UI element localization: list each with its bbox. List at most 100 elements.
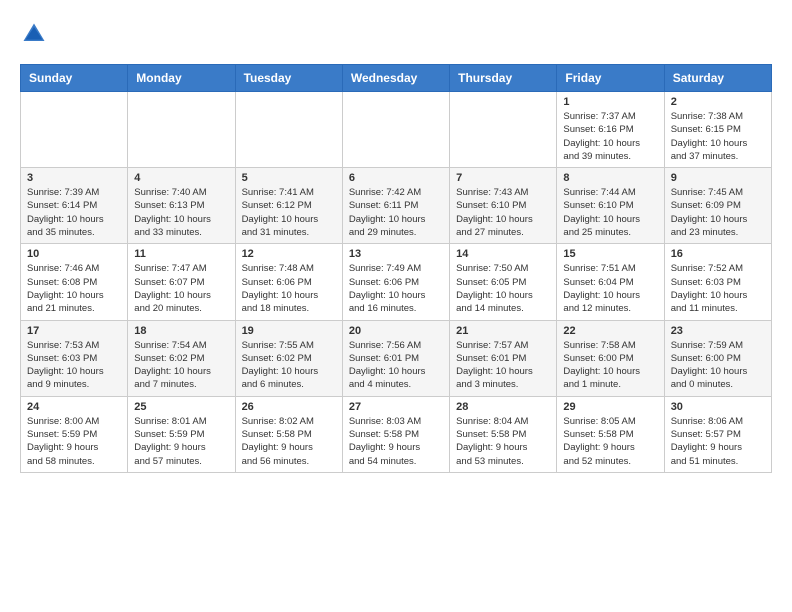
- day-number: 4: [134, 172, 228, 184]
- calendar-day-cell: 24 Sunrise: 8:00 AM Sunset: 5:59 PM Dayli…: [21, 396, 128, 472]
- day-number: 20: [349, 325, 443, 337]
- day-info: Sunrise: 8:04 AM Sunset: 5:58 PM Dayligh…: [456, 415, 550, 468]
- calendar-day-cell: 16Sunrise: 7:52 AM Sunset: 6:03 PM Dayli…: [664, 244, 771, 320]
- weekday-header: Saturday: [664, 65, 771, 92]
- calendar-day-cell: 14 Sunrise: 7:50 AM Sunset: 6:05 PM Dayli…: [450, 244, 557, 320]
- calendar-day-cell: 21 Sunrise: 7:57 AM Sunset: 6:01 PM Dayli…: [450, 320, 557, 396]
- day-number: 10: [27, 248, 121, 260]
- day-info: Sunrise: 7:50 AM Sunset: 6:05 PM Dayligh…: [456, 262, 550, 315]
- calendar-header-row: SundayMondayTuesdayWednesdayThursdayFrid…: [21, 65, 772, 92]
- day-info: Sunrise: 7:57 AM Sunset: 6:01 PM Dayligh…: [456, 339, 550, 392]
- calendar-day-cell: 9 Sunrise: 7:45 AM Sunset: 6:09 PM Daylig…: [664, 168, 771, 244]
- day-info: Sunrise: 8:03 AM Sunset: 5:58 PM Dayligh…: [349, 415, 443, 468]
- day-info: Sunrise: 7:58 AM Sunset: 6:00 PM Dayligh…: [563, 339, 657, 392]
- day-number: 21: [456, 325, 550, 337]
- calendar-day-cell: 28 Sunrise: 8:04 AM Sunset: 5:58 PM Dayli…: [450, 396, 557, 472]
- calendar-day-cell: 5 Sunrise: 7:41 AM Sunset: 6:12 PM Daylig…: [235, 168, 342, 244]
- weekday-header: Monday: [128, 65, 235, 92]
- day-number: 1: [563, 96, 657, 108]
- day-info: Sunrise: 7:53 AM Sunset: 6:03 PM Dayligh…: [27, 339, 121, 392]
- day-number: 7: [456, 172, 550, 184]
- calendar-day-cell: [235, 92, 342, 168]
- day-info: Sunrise: 7:42 AM Sunset: 6:11 PM Dayligh…: [349, 186, 443, 239]
- day-number: 22: [563, 325, 657, 337]
- weekday-header: Tuesday: [235, 65, 342, 92]
- day-info: Sunrise: 7:44 AM Sunset: 6:10 PM Dayligh…: [563, 186, 657, 239]
- day-number: 8: [563, 172, 657, 184]
- day-number: 29: [563, 401, 657, 413]
- day-info: Sunrise: 8:05 AM Sunset: 5:58 PM Dayligh…: [563, 415, 657, 468]
- day-number: 19: [242, 325, 336, 337]
- calendar-day-cell: 18Sunrise: 7:54 AM Sunset: 6:02 PM Dayli…: [128, 320, 235, 396]
- day-number: 30: [671, 401, 765, 413]
- calendar-day-cell: [128, 92, 235, 168]
- day-info: Sunrise: 7:45 AM Sunset: 6:09 PM Dayligh…: [671, 186, 765, 239]
- day-info: Sunrise: 7:37 AM Sunset: 6:16 PM Dayligh…: [563, 110, 657, 163]
- day-info: Sunrise: 7:59 AM Sunset: 6:00 PM Dayligh…: [671, 339, 765, 392]
- calendar-day-cell: 13Sunrise: 7:49 AM Sunset: 6:06 PM Dayli…: [342, 244, 449, 320]
- calendar-day-cell: 23 Sunrise: 7:59 AM Sunset: 6:00 PM Dayli…: [664, 320, 771, 396]
- calendar-day-cell: 26 Sunrise: 8:02 AM Sunset: 5:58 PM Dayli…: [235, 396, 342, 472]
- calendar-week-row: 3 Sunrise: 7:39 AM Sunset: 6:14 PM Daylig…: [21, 168, 772, 244]
- day-info: Sunrise: 7:52 AM Sunset: 6:03 PM Dayligh…: [671, 262, 765, 315]
- page-header: [20, 20, 772, 48]
- calendar-day-cell: 6 Sunrise: 7:42 AM Sunset: 6:11 PM Daylig…: [342, 168, 449, 244]
- day-info: Sunrise: 7:39 AM Sunset: 6:14 PM Dayligh…: [27, 186, 121, 239]
- calendar-day-cell: [450, 92, 557, 168]
- logo-icon: [20, 20, 48, 48]
- calendar-day-cell: 12Sunrise: 7:48 AM Sunset: 6:06 PM Dayli…: [235, 244, 342, 320]
- calendar: SundayMondayTuesdayWednesdayThursdayFrid…: [20, 64, 772, 473]
- day-info: Sunrise: 7:38 AM Sunset: 6:15 PM Dayligh…: [671, 110, 765, 163]
- calendar-day-cell: 10 Sunrise: 7:46 AM Sunset: 6:08 PM Dayli…: [21, 244, 128, 320]
- weekday-header: Wednesday: [342, 65, 449, 92]
- day-number: 5: [242, 172, 336, 184]
- day-number: 9: [671, 172, 765, 184]
- day-info: Sunrise: 7:55 AM Sunset: 6:02 PM Dayligh…: [242, 339, 336, 392]
- weekday-header: Thursday: [450, 65, 557, 92]
- day-number: 14: [456, 248, 550, 260]
- calendar-week-row: 17 Sunrise: 7:53 AM Sunset: 6:03 PM Dayli…: [21, 320, 772, 396]
- calendar-day-cell: 20Sunrise: 7:56 AM Sunset: 6:01 PM Dayli…: [342, 320, 449, 396]
- calendar-day-cell: 8 Sunrise: 7:44 AM Sunset: 6:10 PM Daylig…: [557, 168, 664, 244]
- day-info: Sunrise: 8:00 AM Sunset: 5:59 PM Dayligh…: [27, 415, 121, 468]
- calendar-day-cell: 15Sunrise: 7:51 AM Sunset: 6:04 PM Dayli…: [557, 244, 664, 320]
- day-number: 2: [671, 96, 765, 108]
- calendar-week-row: 10 Sunrise: 7:46 AM Sunset: 6:08 PM Dayli…: [21, 244, 772, 320]
- weekday-header: Friday: [557, 65, 664, 92]
- day-number: 11: [134, 248, 228, 260]
- calendar-day-cell: [21, 92, 128, 168]
- calendar-day-cell: 30 Sunrise: 8:06 AM Sunset: 5:57 PM Dayli…: [664, 396, 771, 472]
- day-info: Sunrise: 8:01 AM Sunset: 5:59 PM Dayligh…: [134, 415, 228, 468]
- day-info: Sunrise: 7:43 AM Sunset: 6:10 PM Dayligh…: [456, 186, 550, 239]
- calendar-week-row: 1 Sunrise: 7:37 AM Sunset: 6:16 PM Daylig…: [21, 92, 772, 168]
- weekday-header: Sunday: [21, 65, 128, 92]
- day-number: 17: [27, 325, 121, 337]
- day-number: 3: [27, 172, 121, 184]
- day-number: 23: [671, 325, 765, 337]
- day-info: Sunrise: 7:54 AM Sunset: 6:02 PM Dayligh…: [134, 339, 228, 392]
- calendar-day-cell: 11 Sunrise: 7:47 AM Sunset: 6:07 PM Dayli…: [128, 244, 235, 320]
- day-number: 28: [456, 401, 550, 413]
- day-number: 24: [27, 401, 121, 413]
- day-info: Sunrise: 7:47 AM Sunset: 6:07 PM Dayligh…: [134, 262, 228, 315]
- day-info: Sunrise: 7:41 AM Sunset: 6:12 PM Dayligh…: [242, 186, 336, 239]
- calendar-day-cell: 29 Sunrise: 8:05 AM Sunset: 5:58 PM Dayli…: [557, 396, 664, 472]
- day-info: Sunrise: 8:06 AM Sunset: 5:57 PM Dayligh…: [671, 415, 765, 468]
- day-number: 15: [563, 248, 657, 260]
- calendar-day-cell: 4 Sunrise: 7:40 AM Sunset: 6:13 PM Daylig…: [128, 168, 235, 244]
- day-number: 27: [349, 401, 443, 413]
- calendar-day-cell: [342, 92, 449, 168]
- calendar-day-cell: 1 Sunrise: 7:37 AM Sunset: 6:16 PM Daylig…: [557, 92, 664, 168]
- day-info: Sunrise: 7:46 AM Sunset: 6:08 PM Dayligh…: [27, 262, 121, 315]
- day-number: 26: [242, 401, 336, 413]
- day-number: 13: [349, 248, 443, 260]
- day-info: Sunrise: 8:02 AM Sunset: 5:58 PM Dayligh…: [242, 415, 336, 468]
- day-number: 6: [349, 172, 443, 184]
- day-info: Sunrise: 7:40 AM Sunset: 6:13 PM Dayligh…: [134, 186, 228, 239]
- calendar-week-row: 24 Sunrise: 8:00 AM Sunset: 5:59 PM Dayli…: [21, 396, 772, 472]
- day-number: 12: [242, 248, 336, 260]
- calendar-day-cell: 17 Sunrise: 7:53 AM Sunset: 6:03 PM Dayli…: [21, 320, 128, 396]
- calendar-day-cell: 22 Sunrise: 7:58 AM Sunset: 6:00 PM Dayli…: [557, 320, 664, 396]
- calendar-day-cell: 3 Sunrise: 7:39 AM Sunset: 6:14 PM Daylig…: [21, 168, 128, 244]
- logo: [20, 20, 52, 48]
